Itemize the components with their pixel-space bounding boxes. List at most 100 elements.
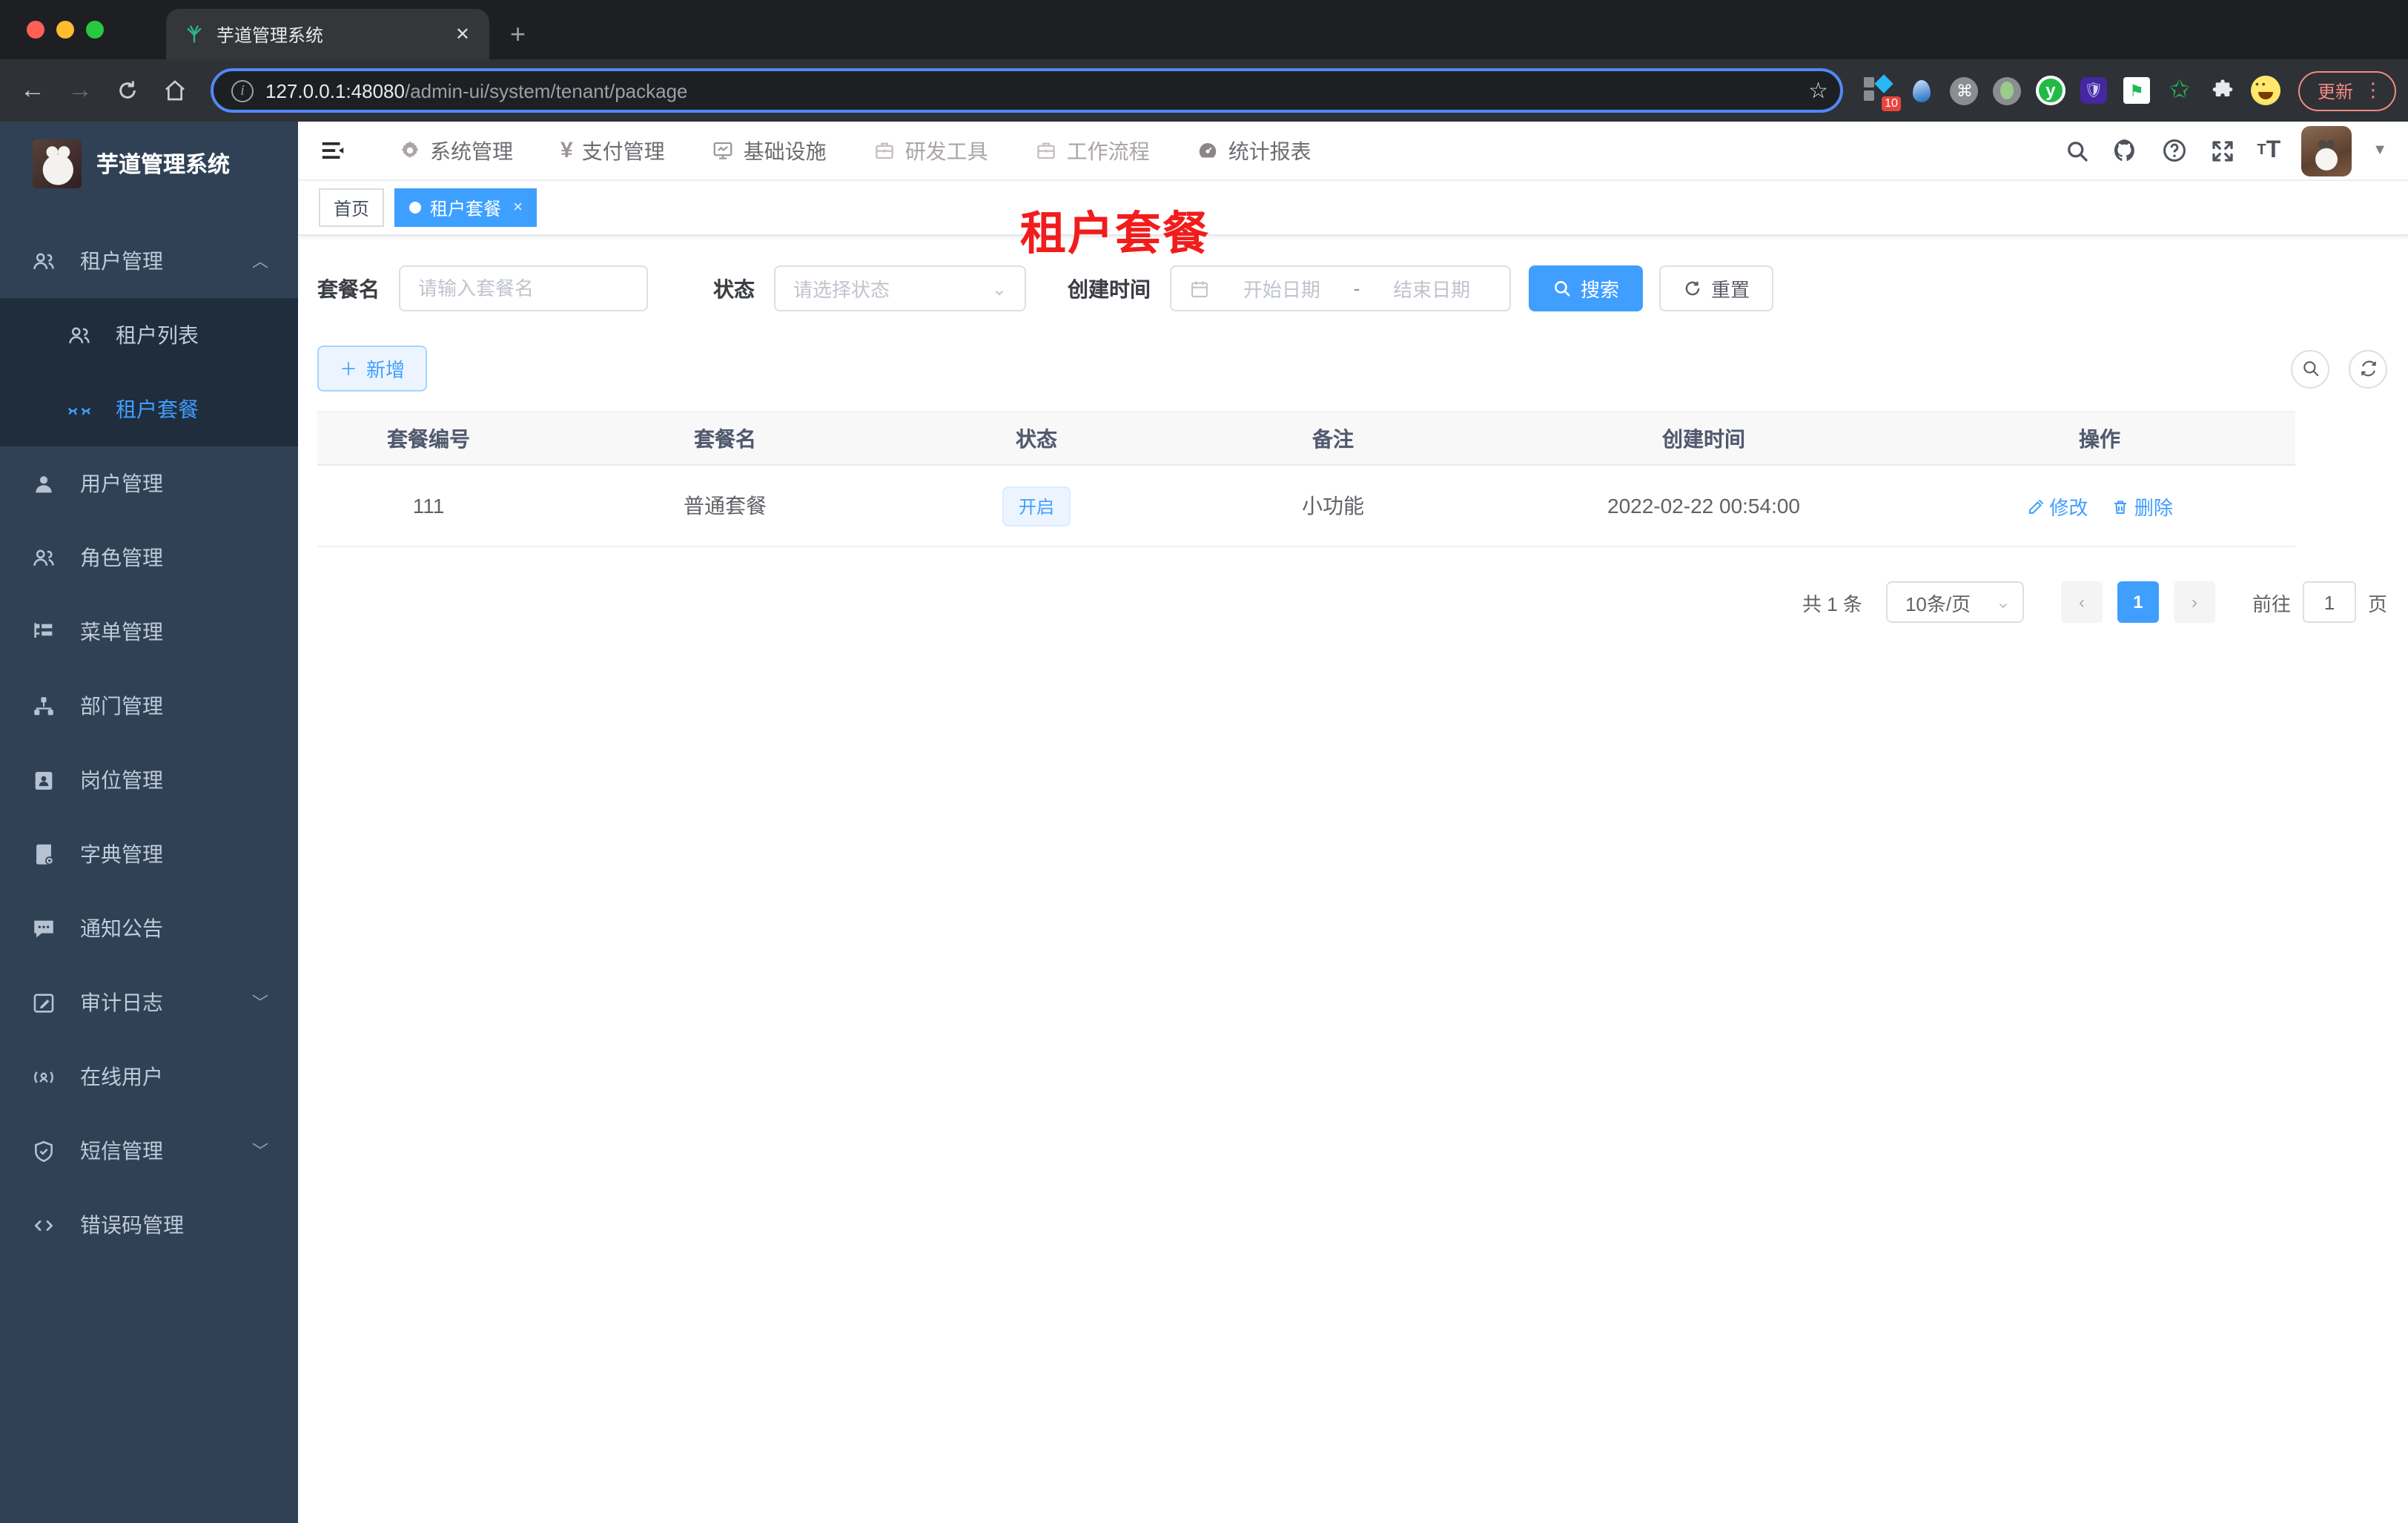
tag-home[interactable]: 首页 [319,188,385,227]
col-remark: 备注 [1162,411,1504,466]
extension-gem-icon[interactable] [1907,76,1936,105]
user-avatar[interactable] [2301,125,2352,176]
user-icon [30,471,56,496]
font-size-icon[interactable]: TT [2257,138,2280,162]
extensions-puzzle-icon[interactable] [2208,76,2237,105]
tab-close-icon[interactable]: ✕ [451,24,474,44]
sidebar-item-tenant-list[interactable]: 租户列表 [0,298,298,372]
help-icon[interactable] [2160,136,2189,165]
sidebar-item-role-management[interactable]: 角色管理 [0,521,298,595]
edit-link[interactable]: 修改 [2026,496,2094,518]
new-tab-button[interactable]: + [510,19,526,50]
extension-command-icon[interactable]: ⌘ [1950,76,1979,105]
fullscreen-icon[interactable] [2209,137,2236,164]
search-button[interactable]: 搜索 [1529,265,1644,311]
sidebar-item-tenant-management[interactable]: 租户管理 ︿ [0,224,298,298]
delete-link[interactable]: 删除 [2111,496,2173,518]
date-range-picker[interactable]: 开始日期 - 结束日期 [1170,265,1511,311]
sidebar-item-post-management[interactable]: 岗位管理 [0,743,298,817]
extension-y-icon[interactable]: y [2035,76,2065,105]
forward-icon[interactable]: → [59,70,101,111]
package-table: 套餐编号 套餐名 状态 备注 创建时间 操作 111 普通套餐 开启 小功能 2… [317,411,2295,547]
extension-datatool-icon[interactable]: 10 [1863,74,1901,111]
create-time-label: 创建时间 [1068,277,1151,300]
logo-rabbit-image [33,139,82,188]
avatar-caret-down-icon[interactable]: ▼ [2372,142,2387,159]
extension-star-icon[interactable]: ✩ [2165,76,2194,105]
sidebar-item-online-users[interactable]: 在线用户 [0,1040,298,1114]
reset-button[interactable]: 重置 [1659,265,1774,311]
search-form: 套餐名 状态 请选择状态 ⌄ 创建时间 开始日期 [317,265,2387,311]
extension-icons: 10 ⌘ y 🛡 ⚑ ✩ [1858,74,2286,111]
goto-page-input[interactable] [2302,581,2356,623]
browser-update-button[interactable]: 更新 ⋮ [2298,70,2396,110]
sidebar-item-audit-log[interactable]: 审计日志 ﹀ [0,965,298,1040]
close-window-button[interactable] [27,21,44,39]
sidebar-item-dict-management[interactable]: 字典管理 [0,817,298,891]
package-name-input-field[interactable] [418,277,629,300]
status-select[interactable]: 请选择状态 ⌄ [774,265,1026,311]
profile-avatar-icon[interactable] [2250,76,2280,105]
extension-shield-icon[interactable]: 🛡 [2079,76,2108,105]
gear-icon [399,139,421,162]
refresh-icon [1685,281,1700,296]
package-name-input[interactable] [399,265,648,311]
sidebar-item-menu-management[interactable]: 菜单管理 [0,595,298,669]
topnav-report[interactable]: 统计报表 [1180,121,1329,180]
cell-create-time: 2022-02-22 00:54:00 [1504,465,1904,547]
minimize-window-button[interactable] [56,21,74,39]
sidebar-item-dept-management[interactable]: 部门管理 [0,669,298,743]
org-tree-icon [30,693,56,718]
app-header: 系统管理 ¥ 支付管理 基础设施 研发工具 工作流程 统计报表 T T ▼ [298,122,2408,181]
tab-title: 芋道管理系统 [216,24,324,45]
sidebar-logo[interactable]: 芋道管理系统 [0,122,298,206]
extension-record-icon[interactable] [1993,76,2022,105]
table-row: 111 普通套餐 开启 小功能 2022-02-22 00:54:00 修改 删… [317,465,2295,547]
prev-page-button[interactable]: ‹ [2060,581,2103,623]
next-page-button[interactable]: › [2173,581,2215,623]
bookmark-star-icon[interactable]: ☆ [1808,77,1828,104]
tag-close-icon[interactable]: × [510,199,523,217]
sidebar-item-notice[interactable]: 通知公告 [0,891,298,965]
refresh-table-icon[interactable] [2349,349,2387,388]
back-icon[interactable]: ← [12,70,53,111]
browser-menu-kebab-icon[interactable]: ⋮ [2364,79,2383,102]
message-icon [30,916,56,941]
browser-tab[interactable]: 芋道管理系统 ✕ [166,9,489,59]
add-button[interactable]: ＋ 新增 [317,346,428,392]
topnav-pay[interactable]: ¥ 支付管理 [543,121,683,180]
zoom-window-button[interactable] [86,21,104,39]
app-title: 芋道管理系统 [96,153,231,178]
pagination: 共 1 条 10条/页 ⌄ ‹ 1 › 前往 页 [317,581,2387,623]
table-header-row: 套餐编号 套餐名 状态 备注 创建时间 操作 [317,411,2295,466]
eye-closed-icon [65,397,92,422]
start-date-placeholder[interactable]: 开始日期 [1222,274,1342,303]
sidebar-item-tenant-package[interactable]: 租户套餐 [0,372,298,446]
sidebar-item-sms-management[interactable]: 短信管理 ﹀ [0,1114,298,1188]
extension-flag-icon[interactable]: ⚑ [2122,76,2151,105]
search-icon[interactable] [2064,137,2091,164]
address-bar[interactable]: i 127.0.0.1:48080/admin-ui/system/tenant… [211,68,1843,113]
sidebar: 芋道管理系统 租户管理 ︿ 租户列表 租户套餐 用户管理 角色管理 菜单管理 部… [0,122,298,1523]
chevron-down-icon: ⌄ [1995,592,2011,612]
show-search-icon[interactable] [2291,349,2329,388]
cell-actions: 修改 删除 [1904,465,2295,547]
collapse-sidebar-icon[interactable] [307,125,357,176]
end-date-placeholder[interactable]: 结束日期 [1372,274,1492,303]
page-size-select[interactable]: 10条/页 ⌄ [1885,581,2024,623]
topnav-infra[interactable]: 基础设施 [695,121,844,180]
github-icon[interactable] [2111,136,2140,165]
peoples-icon [30,545,56,570]
sidebar-item-error-code[interactable]: 错误码管理 [0,1188,298,1262]
page-number-1[interactable]: 1 [2117,581,2159,623]
topnav-system[interactable]: 系统管理 [381,121,531,180]
sidebar-item-user-management[interactable]: 用户管理 [0,446,298,521]
home-icon[interactable] [154,70,196,111]
reload-icon[interactable] [107,70,148,111]
status-badge: 开启 [1002,486,1071,526]
tag-tenant-package[interactable]: 租户套餐 × [394,188,538,227]
topnav-devtools[interactable]: 研发工具 [856,121,1006,180]
topnav-workflow[interactable]: 工作流程 [1018,121,1168,180]
site-info-icon[interactable]: i [231,79,254,102]
col-package-id: 套餐编号 [317,411,540,466]
